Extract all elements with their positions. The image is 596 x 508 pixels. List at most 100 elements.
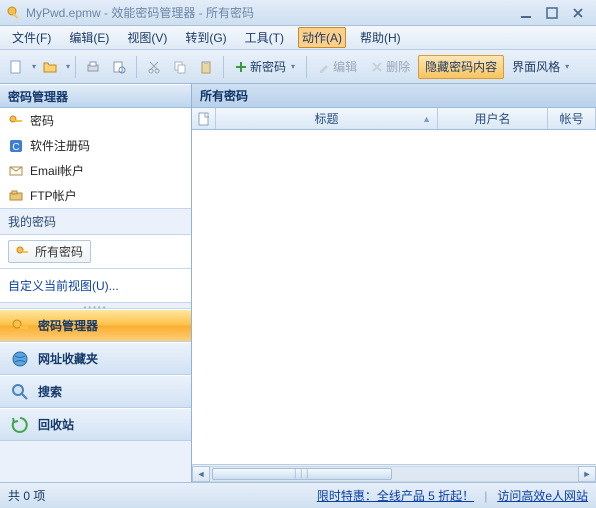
app-reg-icon: C [8, 138, 24, 154]
pencil-icon [318, 61, 330, 73]
recycle-icon [10, 415, 30, 435]
my-password-label: 我的密码 [0, 209, 191, 235]
tree-label: 软件注册码 [30, 137, 90, 154]
key-icon [8, 113, 24, 129]
menu-edit[interactable]: 编辑(E) [65, 27, 113, 48]
separator [136, 56, 137, 78]
ui-style-button[interactable]: 界面风格 ▾ [506, 55, 575, 79]
nav-label: 回收站 [38, 416, 74, 433]
nav-recycle[interactable]: 回收站 [0, 408, 191, 441]
new-password-label: 新密码 [250, 58, 286, 75]
print-icon[interactable] [81, 55, 105, 79]
dropdown-icon[interactable]: ▾ [565, 62, 569, 71]
main-area: 密码管理器 密码 C 软件注册码 Email帐户 FTP帐户 我的密码 [0, 84, 596, 482]
tree-item-email[interactable]: Email帐户 [0, 158, 191, 183]
menu-view[interactable]: 视图(V) [123, 27, 171, 48]
dropdown-icon[interactable]: ▾ [66, 62, 70, 71]
paste-icon[interactable] [194, 55, 218, 79]
separator: | [484, 489, 487, 503]
tree-item-password[interactable]: 密码 [0, 108, 191, 133]
menu-file[interactable]: 文件(F) [8, 27, 55, 48]
sidebar-title: 密码管理器 [0, 84, 191, 108]
edit-button[interactable]: 编辑 [312, 55, 363, 79]
my-password-row: 所有密码 [0, 235, 191, 269]
edit-label: 编辑 [333, 58, 357, 75]
menu-tools[interactable]: 工具(T) [241, 27, 288, 48]
dropdown-icon[interactable]: ▾ [32, 62, 36, 71]
new-doc-icon[interactable] [4, 55, 28, 79]
maximize-button[interactable] [540, 4, 564, 22]
mail-icon [8, 163, 24, 179]
new-password-button[interactable]: 新密码 ▾ [229, 55, 301, 79]
menu-help[interactable]: 帮助(H) [356, 27, 405, 48]
chip-label: 所有密码 [35, 243, 83, 260]
plus-icon [235, 61, 247, 73]
key-icon [16, 245, 30, 259]
menubar: 文件(F) 编辑(E) 视图(V) 转到(G) 工具(T) 动作(A) 帮助(H… [0, 26, 596, 50]
separator [75, 56, 76, 78]
tree-item-ftp[interactable]: FTP帐户 [0, 183, 191, 208]
separator [306, 56, 307, 78]
sort-asc-icon: ▲ [422, 114, 431, 124]
scroll-right-button[interactable]: ► [578, 466, 596, 482]
copy-icon[interactable] [168, 55, 192, 79]
menu-goto[interactable]: 转到(G) [181, 27, 230, 48]
menu-action[interactable]: 动作(A) [298, 27, 346, 48]
scroll-left-button[interactable]: ◄ [192, 466, 210, 482]
key-icon [10, 316, 30, 336]
globe-icon [10, 349, 30, 369]
page-icon [198, 112, 210, 126]
custom-view-row: 自定义当前视图(U)... [0, 269, 191, 303]
column-account[interactable]: 帐号 [548, 108, 596, 129]
minimize-button[interactable] [514, 4, 538, 22]
nav-bookmarks[interactable]: 网址收藏夹 [0, 342, 191, 375]
column-user[interactable]: 用户名 [438, 108, 548, 129]
scroll-track[interactable]: │││ [210, 466, 578, 482]
tree-label: FTP帐户 [30, 187, 77, 204]
column-label: 帐号 [559, 110, 583, 127]
all-password-chip[interactable]: 所有密码 [8, 240, 91, 263]
category-tree: 密码 C 软件注册码 Email帐户 FTP帐户 [0, 108, 191, 209]
column-title[interactable]: 标题 ▲ [216, 108, 438, 129]
x-icon [371, 61, 383, 73]
grid-body [192, 130, 596, 464]
tree-item-software[interactable]: C 软件注册码 [0, 133, 191, 158]
print-preview-icon[interactable] [107, 55, 131, 79]
ftp-icon [8, 188, 24, 204]
sidebar: 密码管理器 密码 C 软件注册码 Email帐户 FTP帐户 我的密码 [0, 84, 192, 482]
dropdown-icon[interactable]: ▾ [291, 62, 295, 71]
content-title: 所有密码 [192, 84, 596, 108]
nav-password-manager[interactable]: 密码管理器 [0, 309, 191, 342]
delete-button[interactable]: 删除 [365, 55, 416, 79]
statusbar: 共 0 项 限时特惠：全线产品 5 折起！ | 访问高效e人网站 [0, 482, 596, 508]
nav-label: 密码管理器 [38, 317, 98, 334]
svg-text:C: C [12, 142, 19, 153]
delete-label: 删除 [386, 58, 410, 75]
cut-icon[interactable] [142, 55, 166, 79]
nav-stack: 密码管理器 网址收藏夹 搜索 回收站 [0, 309, 191, 482]
separator [223, 56, 224, 78]
column-label: 标题 [314, 110, 338, 127]
content-pane: 所有密码 标题 ▲ 用户名 帐号 ◄ │││ ► [192, 84, 596, 482]
app-icon [6, 5, 22, 21]
column-icon[interactable] [192, 108, 216, 129]
site-link[interactable]: 访问高效e人网站 [497, 487, 588, 504]
nav-search[interactable]: 搜索 [0, 375, 191, 408]
ui-style-label: 界面风格 [512, 58, 560, 75]
window-title: MyPwd.epmw - 效能密码管理器 - 所有密码 [26, 4, 512, 21]
nav-label: 搜索 [38, 383, 62, 400]
tree-label: Email帐户 [30, 162, 84, 179]
hide-content-button[interactable]: 隐藏密码内容 [418, 55, 504, 79]
grid-header: 标题 ▲ 用户名 帐号 [192, 108, 596, 130]
toolbar: ▾ ▾ 新密码 ▾ 编辑 删除 隐藏密码内容 界面风格 ▾ [0, 50, 596, 84]
horizontal-scrollbar[interactable]: ◄ │││ ► [192, 464, 596, 482]
nav-label: 网址收藏夹 [38, 350, 98, 367]
status-count: 共 0 项 [8, 487, 307, 504]
promo-link[interactable]: 限时特惠：全线产品 5 折起！ [317, 487, 474, 504]
custom-view-link[interactable]: 自定义当前视图(U)... [8, 279, 119, 293]
open-folder-icon[interactable] [38, 55, 62, 79]
close-button[interactable] [566, 4, 590, 22]
scroll-thumb[interactable]: │││ [212, 468, 392, 480]
titlebar: MyPwd.epmw - 效能密码管理器 - 所有密码 [0, 0, 596, 26]
search-icon [10, 382, 30, 402]
